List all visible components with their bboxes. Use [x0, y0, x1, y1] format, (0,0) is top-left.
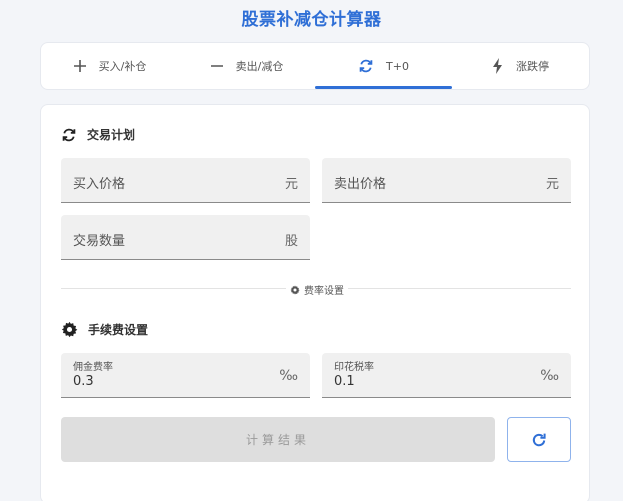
fee-settings-toggle[interactable]: 费率设置	[286, 282, 348, 297]
commission-rate-value: 0.3	[73, 374, 94, 389]
stamp-tax-unit: ‰	[540, 368, 559, 384]
bolt-icon	[492, 58, 504, 74]
tab-t0[interactable]: T+0	[315, 43, 452, 89]
tab-bar: 买入/补仓 卖出/减仓 T+0 涨跌停	[40, 42, 590, 90]
quantity-unit: 股	[284, 234, 298, 249]
commission-rate-field[interactable]: 佣金费率 0.3 ‰	[61, 353, 310, 398]
buy-price-placeholder: 买入价格	[73, 177, 126, 192]
sell-price-unit: 元	[545, 177, 559, 192]
plus-icon	[73, 59, 87, 73]
calculator-card: 交易计划 买入价格 元 卖出价格 元 交易数量 股 费率设置 手续费设置 佣金费…	[40, 104, 590, 501]
gear-icon	[290, 285, 300, 295]
minus-icon	[210, 59, 224, 73]
fee-settings-label: 费率设置	[304, 286, 344, 297]
tab-t0-label: T+0	[386, 59, 409, 73]
buy-price-unit: 元	[284, 177, 298, 192]
stamp-tax-field[interactable]: 印花税率 0.1 ‰	[322, 353, 571, 398]
stamp-tax-value: 0.1	[334, 374, 355, 389]
app-title: 股票补减仓计算器	[241, 10, 382, 30]
commission-rate-label: 佣金费率	[73, 362, 113, 373]
tab-limit-label: 涨跌停	[516, 60, 549, 73]
tab-sell-label: 卖出/减仓	[235, 60, 284, 73]
reset-button[interactable]	[507, 417, 571, 462]
tab-buy-label: 买入/补仓	[98, 60, 147, 73]
quantity-placeholder: 交易数量	[73, 234, 126, 249]
commission-rate-unit: ‰	[279, 368, 298, 384]
tab-buy[interactable]: 买入/补仓	[41, 43, 178, 89]
gear-icon	[61, 321, 78, 338]
sync-icon	[61, 127, 77, 143]
sell-price-placeholder: 卖出价格	[334, 177, 387, 192]
trade-plan-title: 交易计划	[87, 128, 136, 142]
trade-plan-header: 交易计划	[61, 126, 135, 143]
buy-price-field[interactable]: 买入价格 元	[61, 158, 310, 203]
fee-settings-header: 手续费设置	[61, 321, 148, 338]
refresh-icon	[531, 432, 547, 448]
calculate-button[interactable]: 计算结果	[61, 417, 495, 462]
sync-icon	[358, 58, 374, 74]
sell-price-field[interactable]: 卖出价格 元	[322, 158, 571, 203]
fee-settings-title: 手续费设置	[88, 323, 149, 337]
quantity-field[interactable]: 交易数量 股	[61, 215, 310, 260]
stamp-tax-label: 印花税率	[334, 362, 374, 373]
tab-limit[interactable]: 涨跌停	[452, 43, 589, 89]
tab-sell[interactable]: 卖出/减仓	[178, 43, 315, 89]
